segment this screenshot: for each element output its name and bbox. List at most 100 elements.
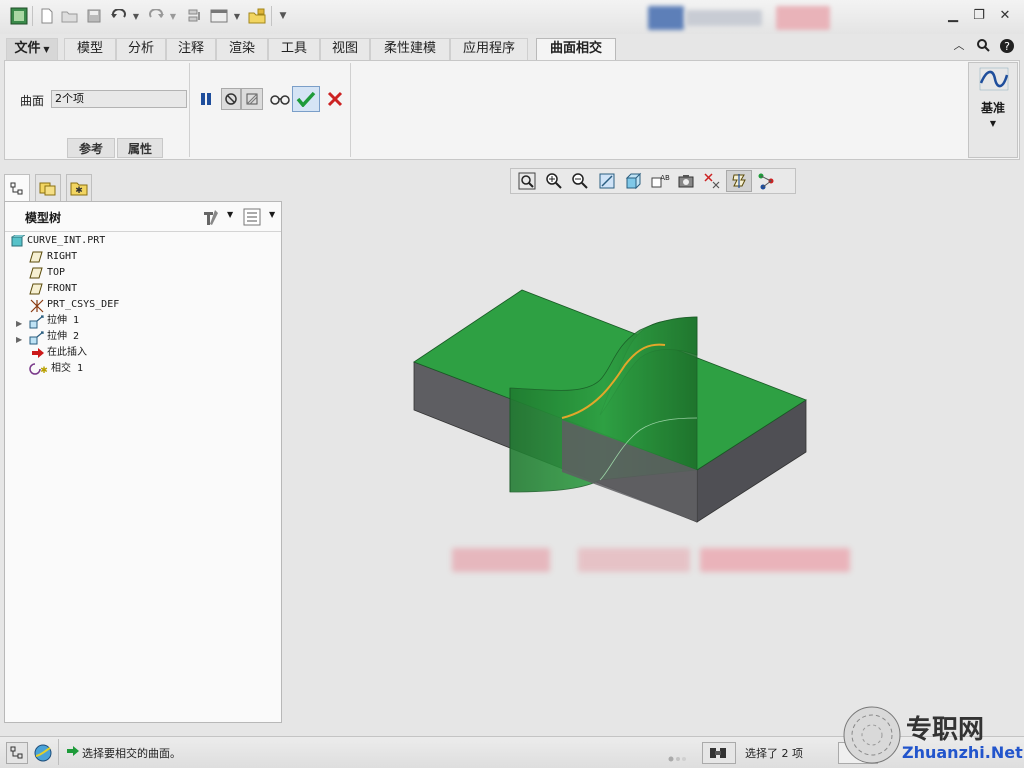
show-dropdown-icon[interactable]: ▼ bbox=[269, 210, 275, 219]
selection-filter-icon[interactable] bbox=[702, 742, 736, 764]
tree-item-front-plane[interactable]: FRONT bbox=[5, 281, 281, 297]
pause-button[interactable] bbox=[195, 88, 217, 110]
windows-icon[interactable] bbox=[208, 6, 230, 26]
redo-dropdown-icon[interactable]: ▼ bbox=[168, 6, 178, 26]
progress-dots bbox=[668, 751, 690, 762]
restore-icon[interactable]: ❐ bbox=[970, 8, 988, 24]
tab-render[interactable]: 渲染 bbox=[216, 38, 268, 60]
tab-view[interactable]: 视图 bbox=[320, 38, 370, 60]
tree-item-label: TOP bbox=[47, 267, 66, 278]
blurred-caption bbox=[700, 548, 850, 572]
close-icon[interactable]: ✕ bbox=[996, 8, 1014, 24]
datum-display-filters-icon[interactable] bbox=[726, 170, 752, 192]
verify-mode-icon[interactable] bbox=[267, 88, 293, 110]
folder-browser-tab[interactable] bbox=[35, 174, 61, 202]
tab-intersect[interactable]: 曲面相交 bbox=[536, 38, 616, 61]
zoom-out-icon[interactable] bbox=[567, 170, 593, 192]
datum-plane-icon bbox=[29, 267, 43, 279]
browser-toggle-icon[interactable] bbox=[32, 742, 54, 764]
undo-icon[interactable] bbox=[108, 6, 130, 26]
tab-label: 视图 bbox=[331, 41, 358, 56]
message-arrow-icon bbox=[66, 745, 80, 760]
tab-label: 分析 bbox=[127, 41, 154, 56]
open-folder-icon[interactable] bbox=[60, 6, 80, 26]
windows-dropdown-icon[interactable]: ▼ bbox=[232, 6, 242, 26]
tree-item-part[interactable]: CURVE_INT.PRT bbox=[5, 233, 281, 249]
display-style-icon[interactable] bbox=[620, 170, 646, 192]
undo-dropdown-icon[interactable]: ▼ bbox=[131, 6, 141, 26]
annotation-display-icon[interactable] bbox=[753, 170, 779, 192]
tab-applications[interactable]: 应用程序 bbox=[450, 38, 528, 60]
new-file-icon[interactable] bbox=[37, 6, 57, 26]
repaint-icon[interactable] bbox=[594, 170, 620, 192]
minimize-icon[interactable]: ▁ bbox=[944, 8, 962, 24]
svg-text:AB: AB bbox=[660, 174, 670, 182]
surface-label: 曲面 bbox=[20, 94, 45, 108]
intersect-icon: ✱ bbox=[29, 363, 48, 376]
tree-item-top-plane[interactable]: TOP bbox=[5, 265, 281, 281]
search-icon[interactable] bbox=[974, 38, 992, 54]
svg-text:✱: ✱ bbox=[75, 186, 83, 196]
redo-icon[interactable] bbox=[145, 6, 167, 26]
close-window-folder-icon[interactable] bbox=[246, 6, 268, 26]
svg-text:?: ? bbox=[1004, 40, 1010, 53]
cancel-button[interactable] bbox=[323, 88, 347, 110]
references-tab[interactable]: 参考 bbox=[67, 138, 115, 158]
tab-flexible-modeling[interactable]: 柔性建模 bbox=[370, 38, 450, 60]
tree-item-extrude-1[interactable]: ▶ 拉伸 1 bbox=[5, 313, 281, 329]
perspective-view-icon[interactable] bbox=[700, 170, 726, 192]
model-tree-toggle-icon[interactable] bbox=[6, 742, 28, 764]
blurred-title-block bbox=[648, 6, 684, 30]
settings-dropdown-icon[interactable]: ▼ bbox=[227, 210, 233, 219]
tree-item-insert-here[interactable]: 在此插入 bbox=[5, 345, 281, 361]
save-icon[interactable] bbox=[84, 6, 104, 26]
ribbon-divider bbox=[189, 63, 190, 157]
customize-toolbar-icon[interactable]: ▼ bbox=[275, 6, 291, 26]
view-manager-icon[interactable] bbox=[673, 170, 699, 192]
regenerate-icon[interactable] bbox=[183, 6, 205, 26]
model-tree-panel: 模型树 ▼ ▼ CURVE_INT.PRT RIGHT TOP FRONT PR… bbox=[4, 201, 282, 723]
datum-plane-icon bbox=[29, 283, 43, 295]
model-tree-tab[interactable] bbox=[4, 174, 30, 202]
tree-item-intersect-1[interactable]: ✱ 相交 1 bbox=[5, 361, 281, 377]
tree-item-right-plane[interactable]: RIGHT bbox=[5, 249, 281, 265]
tab-label: 模型 bbox=[76, 41, 103, 56]
settings-tools-icon[interactable] bbox=[201, 208, 221, 229]
tab-annotate[interactable]: 注释 bbox=[166, 38, 216, 60]
favorites-tab[interactable]: ✱ bbox=[66, 174, 92, 202]
extrude-icon bbox=[29, 315, 44, 329]
tree-item-label: 拉伸 2 bbox=[47, 331, 80, 342]
blurred-title-block bbox=[776, 6, 830, 30]
title-bar: ▼ ▼ ▼ ▼ ▁ ❐ ✕ bbox=[0, 0, 1024, 34]
help-icon[interactable]: ? bbox=[998, 38, 1016, 54]
tab-label: 柔性建模 bbox=[383, 41, 436, 56]
confirm-button[interactable] bbox=[292, 86, 320, 112]
tab-analysis[interactable]: 分析 bbox=[116, 38, 166, 60]
app-icon[interactable] bbox=[8, 6, 30, 26]
tab-file[interactable]: 文件 ▼ bbox=[6, 38, 58, 60]
properties-tab[interactable]: 属性 bbox=[117, 138, 163, 158]
datum-curve-icon bbox=[979, 67, 1009, 94]
tab-label: 曲面相交 bbox=[549, 41, 602, 56]
svg-text:✱: ✱ bbox=[40, 366, 48, 375]
no-preview-button[interactable] bbox=[221, 88, 241, 110]
extrude-icon bbox=[29, 331, 44, 345]
tab-label: 工具 bbox=[280, 41, 307, 56]
model-viewport[interactable] bbox=[380, 280, 820, 530]
surface-collector-field[interactable]: 2个项 bbox=[51, 90, 187, 108]
tree-item-label: FRONT bbox=[47, 283, 78, 294]
status-message: 选择要相交的曲面。 bbox=[82, 747, 181, 760]
collapse-ribbon-icon[interactable]: ︿ bbox=[950, 38, 968, 54]
saved-orientations-icon[interactable]: AB bbox=[647, 170, 673, 192]
zoom-in-icon[interactable] bbox=[541, 170, 567, 192]
show-options-icon[interactable] bbox=[243, 208, 261, 229]
tree-item-csys[interactable]: PRT_CSYS_DEF bbox=[5, 297, 281, 313]
tab-model[interactable]: 模型 bbox=[64, 38, 116, 60]
blurred-caption bbox=[452, 548, 550, 572]
csys-icon bbox=[29, 299, 44, 313]
datum-group-button[interactable]: 基准 ▼ bbox=[968, 62, 1018, 158]
refit-icon[interactable] bbox=[514, 170, 540, 192]
preview-geometry-button[interactable] bbox=[241, 88, 263, 110]
tab-tools[interactable]: 工具 bbox=[268, 38, 320, 60]
tree-item-extrude-2[interactable]: ▶ 拉伸 2 bbox=[5, 329, 281, 345]
